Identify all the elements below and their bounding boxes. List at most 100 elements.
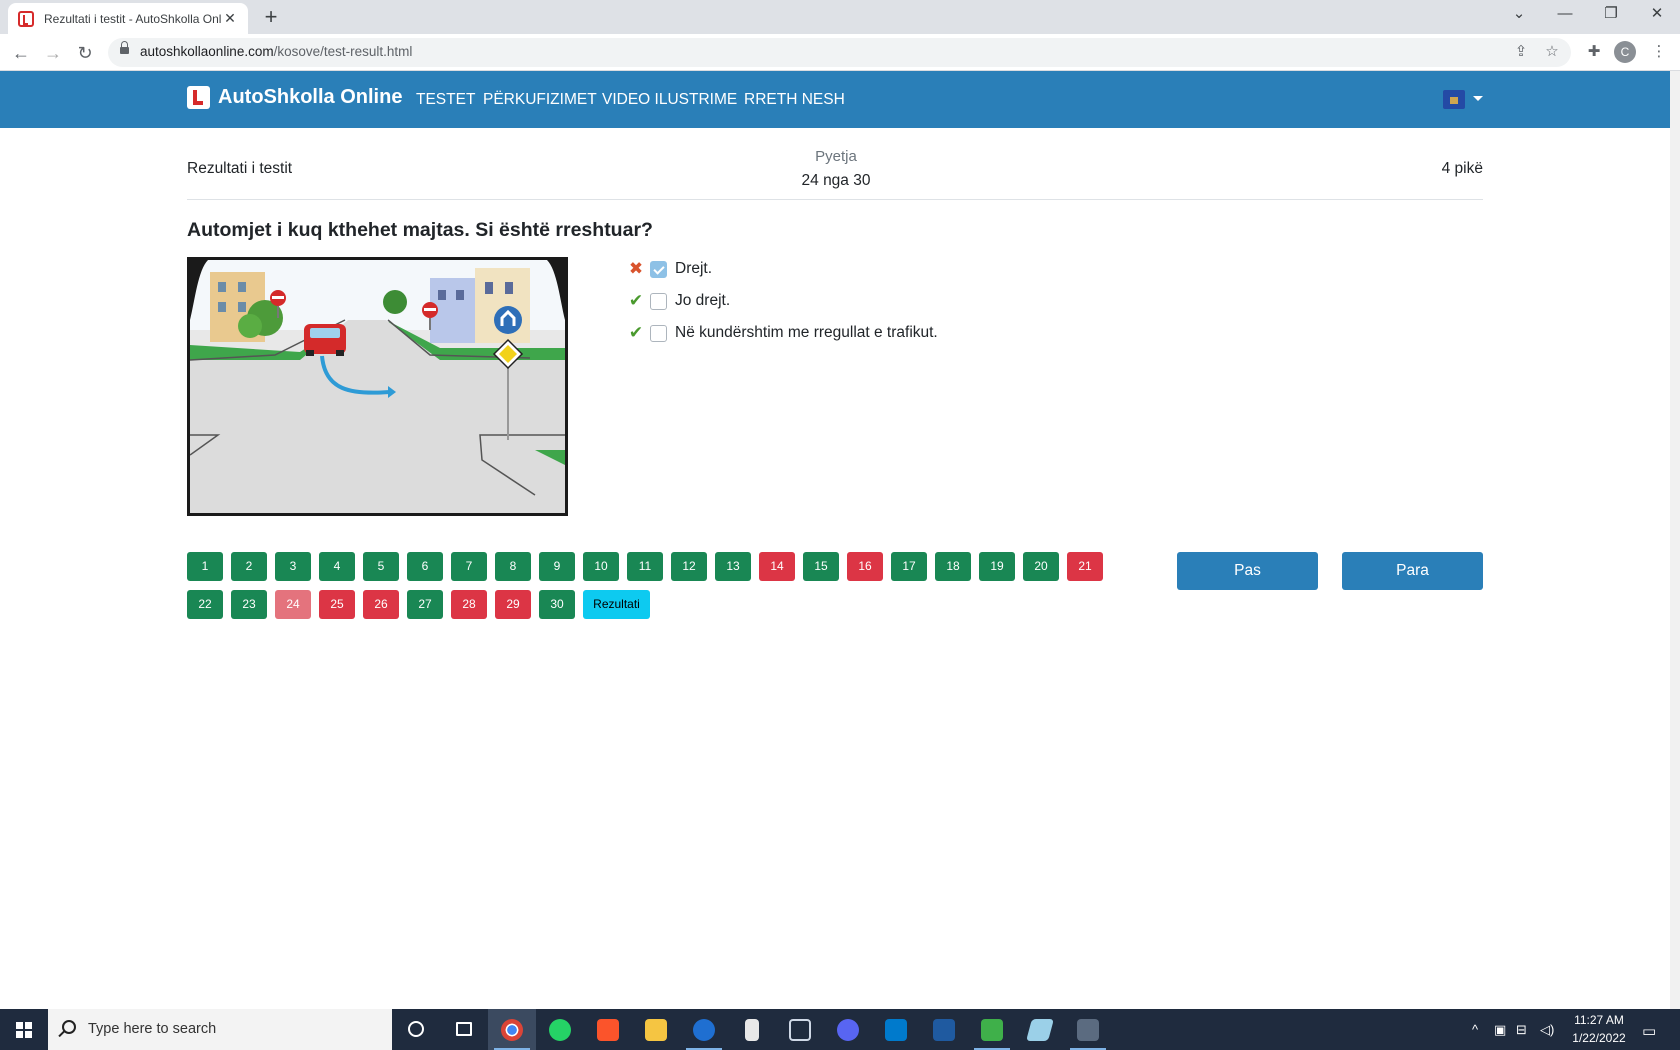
- question-number-button[interactable]: 20: [1023, 552, 1059, 581]
- tray-chevron-up-icon[interactable]: ^: [1472, 1022, 1478, 1037]
- virtualbox-icon[interactable]: [776, 1009, 824, 1050]
- discord-icon[interactable]: [824, 1009, 872, 1050]
- question-number-button[interactable]: 22: [187, 590, 223, 619]
- answer-checkbox-1[interactable]: [650, 260, 667, 278]
- question-number-button[interactable]: 19: [979, 552, 1015, 581]
- wireshark-icon[interactable]: [920, 1009, 968, 1050]
- question-number-button[interactable]: 18: [935, 552, 971, 581]
- question-number-button[interactable]: 23: [231, 590, 267, 619]
- wrong-x-icon: ✖: [628, 259, 644, 278]
- site-favicon-icon: [18, 10, 34, 27]
- page-scrollbar[interactable]: [1670, 71, 1680, 1009]
- question-number-button[interactable]: 28: [451, 590, 487, 619]
- restore-button[interactable]: ❐: [1588, 0, 1634, 30]
- question-number-button[interactable]: 4: [319, 552, 355, 581]
- cortana-icon[interactable]: [392, 1009, 440, 1050]
- taskbar-search-placeholder: Type here to search: [88, 1021, 217, 1037]
- tab-search-chevron-icon[interactable]: ⌄: [1496, 0, 1542, 30]
- reload-icon[interactable]: ↻: [72, 40, 98, 66]
- site-brand-name: AutoShkolla Online: [218, 86, 403, 108]
- question-text: Automjet i kuq kthehet majtas. Si është …: [187, 219, 653, 241]
- bars-app-icon[interactable]: [728, 1009, 776, 1050]
- bookmark-star-icon[interactable]: ☆: [1541, 41, 1563, 63]
- question-number-button[interactable]: 16: [847, 552, 883, 581]
- notification-icon[interactable]: ▭: [1642, 1022, 1656, 1040]
- task-view-icon[interactable]: [440, 1009, 488, 1050]
- question-number-button[interactable]: 17: [891, 552, 927, 581]
- browser-tab[interactable]: Rezultati i testit - AutoShkolla Onl ✕: [8, 3, 248, 34]
- taskbar-search-box[interactable]: Type here to search: [48, 1009, 392, 1050]
- taskbar-date[interactable]: 1/22/2022: [1568, 1031, 1630, 1045]
- answer-checkbox-3[interactable]: [650, 324, 667, 342]
- question-number-button[interactable]: 13: [715, 552, 751, 581]
- question-number-button[interactable]: 1: [187, 552, 223, 581]
- volume-icon[interactable]: ◁): [1540, 1022, 1554, 1038]
- chrome-icon[interactable]: [488, 1009, 536, 1050]
- browser-menu-icon[interactable]: ⋮: [1648, 41, 1670, 63]
- result-title: Rezultati i testit: [187, 160, 293, 177]
- taskbar-time[interactable]: 11:27 AM: [1568, 1013, 1630, 1027]
- answer-option-1[interactable]: ✖ Drejt.: [626, 258, 712, 280]
- cloud-app-icon[interactable]: [680, 1009, 728, 1050]
- calculator-icon[interactable]: [1064, 1009, 1112, 1050]
- question-number-button[interactable]: 21: [1067, 552, 1103, 581]
- answer-checkbox-2[interactable]: [650, 292, 667, 310]
- question-number-button[interactable]: 8: [495, 552, 531, 581]
- question-number-button[interactable]: 7: [451, 552, 487, 581]
- question-number-button[interactable]: 25: [319, 590, 355, 619]
- minimize-button[interactable]: —: [1542, 0, 1588, 30]
- question-number-button[interactable]: 2: [231, 552, 267, 581]
- close-window-button[interactable]: ✕: [1634, 0, 1680, 30]
- nav-link-video-ilustrime[interactable]: VIDEO ILUSTRIME: [602, 91, 737, 109]
- question-number-button[interactable]: 14: [759, 552, 795, 581]
- question-number-button[interactable]: 15: [803, 552, 839, 581]
- nav-link-rreth-nesh[interactable]: RRETH NESH: [744, 91, 845, 109]
- question-number-button[interactable]: 27: [407, 590, 443, 619]
- vscode-icon[interactable]: [872, 1009, 920, 1050]
- question-number-button[interactable]: 5: [363, 552, 399, 581]
- back-arrow-icon[interactable]: ←: [8, 40, 34, 66]
- language-dropdown-caret-icon[interactable]: [1473, 96, 1483, 101]
- answer-label-2: Jo drejt.: [675, 292, 731, 309]
- question-number-button[interactable]: 29: [495, 590, 531, 619]
- question-label: Pyetja: [815, 148, 857, 165]
- start-button[interactable]: [0, 1009, 48, 1050]
- prev-button[interactable]: Pas: [1177, 552, 1318, 590]
- kosovo-flag-icon[interactable]: [1443, 90, 1465, 109]
- brave-icon[interactable]: [584, 1009, 632, 1050]
- robot-app-icon[interactable]: [968, 1009, 1016, 1050]
- file-explorer-icon[interactable]: [632, 1009, 680, 1050]
- question-number-button[interactable]: 3: [275, 552, 311, 581]
- answer-label-1: Drejt.: [675, 260, 713, 277]
- tab-title: Rezultati i testit - AutoShkolla Onl: [44, 11, 222, 26]
- windows-logo-icon: [16, 1022, 32, 1038]
- answer-option-3[interactable]: ✔ Në kundërshtim me rregullat e trafikut…: [626, 322, 938, 344]
- notes-app-icon[interactable]: [1016, 1009, 1064, 1050]
- next-button[interactable]: Para: [1342, 552, 1483, 590]
- new-tab-button[interactable]: +: [258, 4, 284, 30]
- question-number-button[interactable]: 10: [583, 552, 619, 581]
- forward-arrow-icon[interactable]: →: [40, 40, 66, 66]
- nav-link-testet[interactable]: TESTET: [416, 91, 475, 109]
- answer-label-3: Në kundërshtim me rregullat e trafikut.: [675, 324, 938, 341]
- question-number-button[interactable]: 11: [627, 552, 663, 581]
- profile-avatar[interactable]: C: [1614, 41, 1636, 63]
- question-number-button[interactable]: 26: [363, 590, 399, 619]
- question-number-button[interactable]: 12: [671, 552, 707, 581]
- question-number-button[interactable]: 9: [539, 552, 575, 581]
- question-number-button[interactable]: 6: [407, 552, 443, 581]
- lock-icon: [120, 41, 129, 57]
- network-icon[interactable]: ⊟: [1516, 1022, 1527, 1038]
- tab-close-icon[interactable]: ✕: [222, 10, 238, 27]
- address-bar[interactable]: autoshkollaonline.com/kosove/test-result…: [108, 38, 1571, 67]
- answer-option-2[interactable]: ✔ Jo drejt.: [626, 290, 730, 312]
- question-number-button[interactable]: 24: [275, 590, 311, 619]
- tray-device-icon[interactable]: ▣: [1494, 1022, 1506, 1038]
- result-button[interactable]: Rezultati: [583, 590, 650, 619]
- share-icon[interactable]: ⇪: [1510, 41, 1532, 63]
- site-brand[interactable]: AutoShkolla Online: [187, 86, 402, 109]
- whatsapp-icon[interactable]: [536, 1009, 584, 1050]
- nav-link-perkufizimet[interactable]: PËRKUFIZIMET: [483, 91, 597, 109]
- extensions-puzzle-icon[interactable]: ✚: [1583, 41, 1605, 63]
- question-number-button[interactable]: 30: [539, 590, 575, 619]
